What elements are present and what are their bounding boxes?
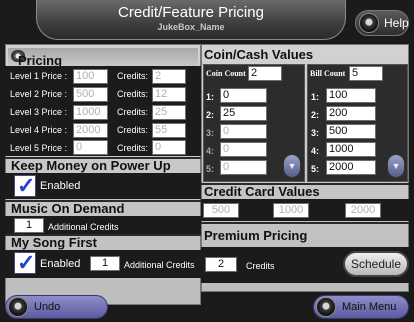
level-2-credits-label: Credits: (117, 89, 149, 99)
my-song-first-checkbox[interactable]: ✓ (14, 250, 36, 275)
main-menu-button[interactable]: Main Menu (313, 295, 409, 319)
coin-2-index: 2: (206, 110, 215, 120)
level-1-credits-input[interactable]: 2 (152, 69, 186, 84)
coin-4-index: 4: (206, 146, 215, 156)
bill-2-index: 2: (311, 110, 320, 120)
keep-money-title: Keep Money on Power Up (11, 158, 171, 173)
bill-scroll-down-button[interactable]: ▼ (387, 154, 405, 178)
bill-count-label: Bill Count (310, 69, 346, 78)
bill-1-index: 1: (311, 92, 320, 102)
undo-button[interactable]: Undo (5, 295, 108, 319)
level-4-credits-label: Credits: (117, 125, 149, 135)
premium-pricing-title: Premium Pricing (204, 228, 308, 243)
bill-4-index: 4: (311, 146, 320, 156)
premium-credits-input[interactable]: 2 (205, 257, 237, 272)
level-1-label: Level 1 Price : (10, 71, 68, 81)
my-song-first-enabled-label: Enabled (40, 258, 81, 270)
bill-2-input[interactable]: 200 (326, 106, 376, 121)
level-5-price-input[interactable]: 0 (73, 140, 108, 155)
premium-credits-label: Credits (246, 261, 275, 271)
credit-card-value-1-input[interactable]: 500 (203, 203, 239, 218)
bill-1-input[interactable]: 100 (326, 88, 376, 103)
level-2-price-input[interactable]: 500 (73, 87, 108, 102)
level-3-label: Level 3 Price : (10, 107, 68, 117)
level-4-credits-input[interactable]: 55 (152, 123, 186, 138)
chevron-down-icon: ▼ (287, 161, 297, 171)
bill-5-input[interactable]: 2000 (326, 160, 376, 175)
credit-card-value-2-input[interactable]: 1000 (273, 203, 309, 218)
bill-count-input[interactable]: 5 (349, 66, 383, 81)
coin-cash-title: Coin/Cash Values (204, 47, 314, 62)
level-1-credits-label: Credits: (117, 71, 149, 81)
coin-count-input[interactable]: 2 (248, 66, 282, 81)
coin-1-input[interactable]: 0 (220, 88, 267, 103)
help-label: Help (384, 16, 409, 30)
jukebox-name: JukeBox_Name (157, 22, 225, 32)
coin-4-input[interactable]: 0 (220, 142, 267, 157)
bill-4-input[interactable]: 1000 (326, 142, 376, 157)
coin-3-input[interactable]: 0 (220, 124, 267, 139)
credit-card-title: Credit Card Values (204, 184, 320, 199)
my-song-first-label: Additional Credits (124, 260, 195, 270)
keep-money-enabled-label: Enabled (40, 180, 81, 192)
my-song-first-credits-input[interactable]: 1 (90, 256, 120, 271)
music-on-demand-title: Music On Demand (11, 201, 125, 216)
knob-icon (316, 297, 336, 317)
bill-3-input[interactable]: 500 (326, 124, 376, 139)
help-button[interactable]: Help (355, 10, 409, 36)
coin-3-index: 3: (206, 128, 215, 138)
keep-money-checkbox[interactable]: ✓ (14, 173, 36, 198)
level-3-credits-label: Credits: (117, 107, 149, 117)
coin-5-input[interactable]: 0 (220, 160, 267, 175)
bill-3-index: 3: (311, 128, 320, 138)
knob-icon (8, 297, 28, 317)
level-5-credits-input[interactable]: 0 (152, 140, 186, 155)
coin-count-label: Coin Count (206, 69, 246, 78)
check-icon: ✓ (17, 173, 36, 198)
main-menu-label: Main Menu (342, 301, 397, 313)
coin-scroll-down-button[interactable]: ▼ (283, 154, 301, 178)
coin-5-index: 5: (206, 164, 215, 174)
level-5-credits-label: Credits: (117, 143, 149, 153)
check-icon: ✓ (17, 250, 36, 275)
level-2-label: Level 2 Price : (10, 89, 68, 99)
credit-card-value-3-input[interactable]: 2000 (345, 203, 381, 218)
level-1-price-input[interactable]: 100 (73, 69, 108, 84)
page-title: Credit/Feature Pricing (118, 4, 264, 21)
knob-icon (359, 13, 379, 33)
music-on-demand-credits-input[interactable]: 1 (14, 218, 44, 233)
level-5-label: Level 5 Price : (10, 143, 68, 153)
chevron-down-icon: ▼ (391, 161, 401, 171)
undo-label: Undo (34, 301, 61, 313)
my-song-first-title: My Song First (11, 235, 97, 250)
level-2-credits-input[interactable]: 12 (152, 87, 186, 102)
level-4-label: Level 4 Price : (10, 125, 68, 135)
coin-2-input[interactable]: 25 (220, 106, 267, 121)
level-4-price-input[interactable]: 2000 (73, 123, 108, 138)
divider (201, 222, 409, 224)
schedule-button[interactable]: Schedule (343, 251, 409, 277)
music-on-demand-label: Additional Credits (48, 222, 119, 232)
level-3-credits-input[interactable]: 25 (152, 105, 186, 120)
coin-1-index: 1: (206, 92, 215, 102)
level-3-price-input[interactable]: 1000 (73, 105, 108, 120)
bill-5-index: 5: (311, 164, 320, 174)
